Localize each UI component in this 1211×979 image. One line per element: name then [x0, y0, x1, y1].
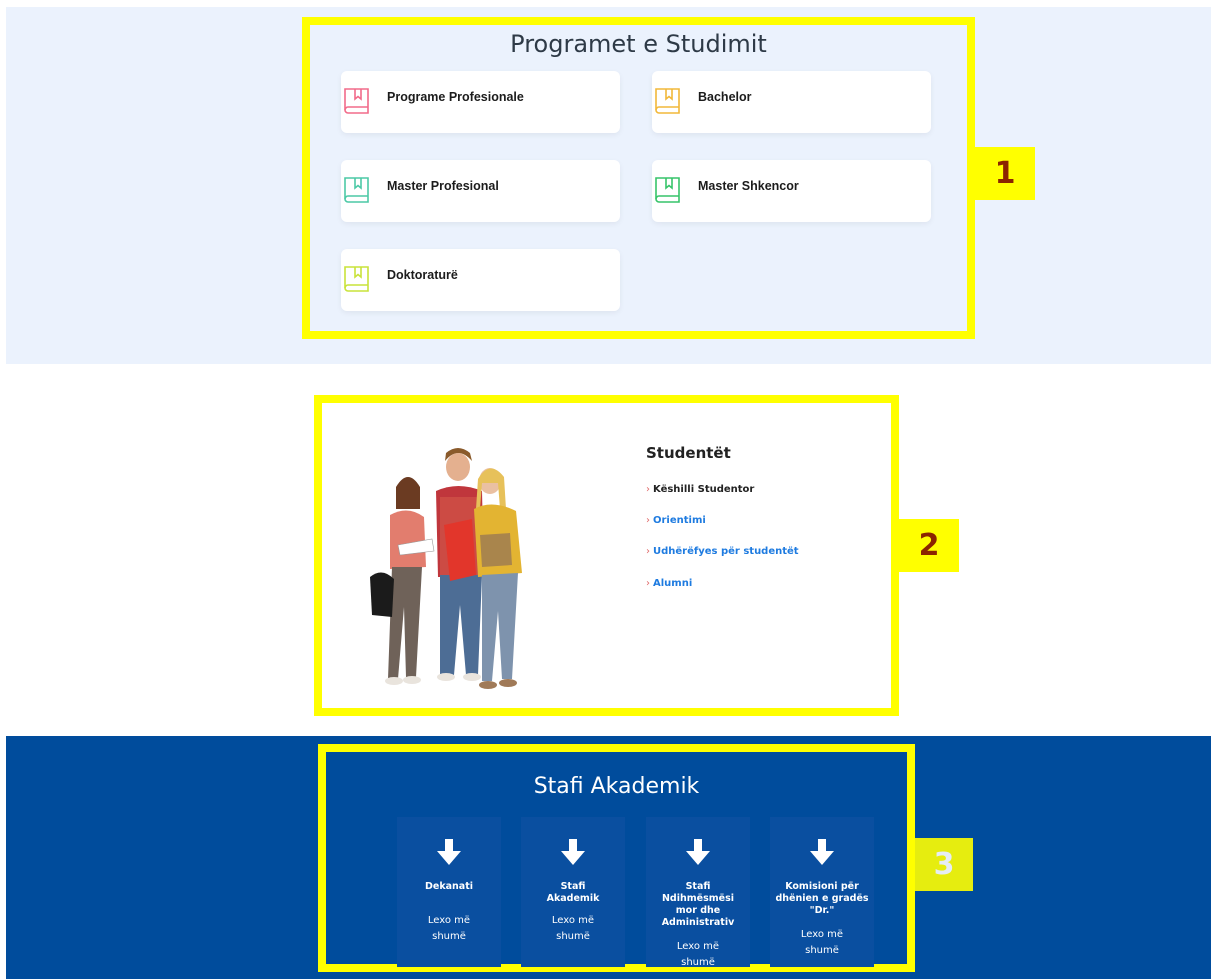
book-icon [655, 177, 680, 203]
staff-title: Stafi Akademik [533, 774, 700, 799]
program-card-bachelor[interactable]: Bachelor [652, 71, 931, 133]
program-card-master-shkencor[interactable]: Master Shkencor [652, 160, 931, 222]
read-more-link[interactable]: Lexo më shumë [397, 913, 501, 945]
staff-card-ndihmesmesimor[interactable]: Stafi Ndihmësmësi mor dhe Administrativ … [646, 817, 750, 968]
students-link-label: Alumni [653, 578, 693, 589]
program-card-doktorature[interactable]: Doktoraturë [341, 249, 620, 311]
students-link-orientimi[interactable]: › Orientimi [646, 515, 706, 526]
students-link-label: Këshilli Studentor [653, 484, 755, 495]
annotation-badge-1: 1 [975, 147, 1035, 200]
book-icon [344, 266, 369, 292]
students-link-label: Orientimi [653, 515, 706, 526]
students-link-alumni[interactable]: › Alumni [646, 578, 692, 589]
book-icon [344, 177, 369, 203]
staff-card-name: Stafi Ndihmësmësi mor dhe Administrativ [661, 881, 735, 928]
chevron-right-icon: › [646, 578, 650, 589]
students-link-udherefyes[interactable]: › Udhërëfyes për studentët [646, 546, 799, 557]
annotation-badge-2: 2 [899, 519, 959, 572]
chevron-right-icon: › [646, 484, 650, 495]
programs-title: Programet e Studimit [510, 30, 767, 58]
annotation-badge-3: 3 [915, 838, 973, 891]
program-label: Master Shkencor [698, 179, 799, 193]
program-label: Doktoraturë [387, 268, 458, 282]
arrow-down-icon [810, 839, 834, 865]
students-title: Studentët [646, 444, 731, 462]
program-card-master-profesional[interactable]: Master Profesional [341, 160, 620, 222]
read-more-link[interactable]: Lexo më shumë [646, 939, 750, 971]
book-icon [655, 88, 680, 114]
arrow-down-icon [561, 839, 585, 865]
chevron-right-icon: › [646, 515, 650, 526]
chevron-right-icon: › [646, 546, 650, 557]
read-more-link[interactable]: Lexo më shumë [521, 913, 625, 945]
program-card-profesionale[interactable]: Programe Profesionale [341, 71, 620, 133]
students-photo [370, 448, 522, 689]
students-link-label: Udhërëfyes për studentët [653, 546, 799, 557]
arrow-down-icon [686, 839, 710, 865]
staff-card-akademik[interactable]: Stafi Akademik Lexo më shumë [521, 817, 625, 967]
staff-card-name: Dekanati [424, 881, 474, 892]
staff-card-dekanati[interactable]: Dekanati Lexo më shumë [397, 817, 501, 967]
program-label: Programe Profesionale [387, 90, 524, 104]
staff-card-name: Komisioni për dhënien e gradës "Dr." [775, 881, 869, 916]
students-link-keshilli[interactable]: › Këshilli Studentor [646, 484, 754, 495]
read-more-link[interactable]: Lexo më shumë [770, 927, 874, 959]
arrow-down-icon [437, 839, 461, 865]
staff-card-komisioni[interactable]: Komisioni për dhënien e gradës "Dr." Lex… [770, 817, 874, 967]
staff-card-name: Stafi Akademik [546, 881, 600, 904]
program-label: Bachelor [698, 90, 752, 104]
page: Programet e Studimit Programe Profesiona… [0, 0, 1211, 979]
book-icon [344, 88, 369, 114]
program-label: Master Profesional [387, 179, 499, 193]
